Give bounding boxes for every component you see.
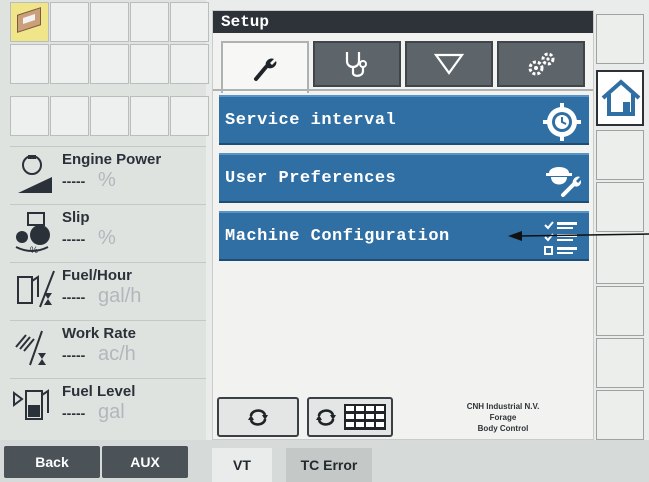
gauge-work-rate[interactable]: Work Rate ----- ac/h <box>10 320 206 378</box>
tab-advanced[interactable] <box>497 41 585 87</box>
service-interval-button[interactable]: Service interval <box>219 95 589 145</box>
refresh-grid-button[interactable] <box>307 397 393 437</box>
triangle-down-icon <box>433 53 465 75</box>
nav-slot[interactable] <box>596 14 644 64</box>
gauge-title: Fuel Level <box>62 383 136 400</box>
gauge-unit: gal <box>98 401 125 423</box>
right-nav <box>596 14 646 440</box>
gauge-unit: % <box>98 169 116 191</box>
setup-window: Setup Service interval User Preferences … <box>212 10 594 440</box>
engine-power-icon <box>18 155 52 193</box>
menu-label: User Preferences <box>225 168 397 188</box>
work-rate-icon <box>15 330 46 366</box>
home-icon <box>601 79 641 116</box>
stethoscope-icon <box>345 52 367 77</box>
grid-slot[interactable] <box>50 44 89 84</box>
brand-info: CNH Industrial N.V. Forage Body Control <box>423 395 583 439</box>
tab-vt[interactable]: VT <box>212 448 272 482</box>
menu-label: Service interval <box>225 110 397 130</box>
gauge-value: ----- <box>62 173 86 189</box>
refresh-icon <box>316 409 336 426</box>
brand-company: CNH Industrial N.V. <box>466 402 540 411</box>
refresh-button[interactable] <box>217 397 299 437</box>
gears-icon <box>528 52 555 76</box>
grid-slot[interactable] <box>170 44 209 84</box>
nav-slot[interactable] <box>596 390 644 440</box>
gauge-fuel-hour[interactable]: Fuel/Hour ----- gal/h <box>10 262 206 320</box>
fuel-hour-icon <box>17 270 55 308</box>
brand-product: Forage <box>489 413 517 422</box>
svg-text:%: % <box>30 245 38 253</box>
nav-slot[interactable] <box>596 130 644 180</box>
setup-tabs <box>221 41 585 93</box>
grid-slot[interactable] <box>170 2 209 42</box>
nav-slot[interactable] <box>596 182 644 232</box>
annotation-arrow-icon <box>508 231 649 241</box>
gauge-value: ----- <box>62 405 86 421</box>
brand-module: Body Control <box>477 424 529 433</box>
gauge-engine-power[interactable]: Engine Power ----- % <box>10 146 206 204</box>
home-button[interactable] <box>596 70 644 126</box>
tab-tc-error[interactable]: TC Error <box>286 448 372 482</box>
user-wrench-icon <box>546 167 581 197</box>
gauge-unit: % <box>98 227 116 249</box>
shortcut-grid-row-2 <box>10 44 210 84</box>
wrench-icon <box>254 58 277 81</box>
grid-slot[interactable] <box>90 44 129 84</box>
menu-label: Machine Configuration <box>225 226 450 246</box>
left-panel: Engine Power ----- % % Slip ----- % Fuel… <box>0 0 209 440</box>
tab-service[interactable] <box>221 41 309 93</box>
shortcut-grid-row-3 <box>10 96 210 136</box>
gauge-fuel-level[interactable]: Fuel Level ----- gal <box>10 378 206 436</box>
aux-button[interactable]: AUX <box>102 446 188 478</box>
service-clock-gear-icon <box>543 103 581 141</box>
gauge-title: Work Rate <box>62 325 136 342</box>
gauge-title: Slip <box>62 209 90 226</box>
fuel-level-icon <box>13 389 49 420</box>
gauge-title: Engine Power <box>62 151 162 168</box>
grid-slot[interactable] <box>130 2 169 42</box>
shortcut-grid-row-1 <box>10 2 210 42</box>
refresh-icon <box>248 409 268 426</box>
grid-slot[interactable] <box>90 2 129 42</box>
nav-slot[interactable] <box>596 338 644 388</box>
gauge-value: ----- <box>62 231 86 247</box>
app-logo-icon[interactable] <box>10 2 49 42</box>
grid-slot[interactable] <box>10 96 49 136</box>
gauge-value: ----- <box>62 347 86 363</box>
grid-slot[interactable] <box>10 44 49 84</box>
gauge-title: Fuel/Hour <box>62 267 132 284</box>
nav-slot[interactable] <box>596 234 644 284</box>
back-button[interactable]: Back <box>4 446 100 478</box>
gauge-slip[interactable]: % Slip ----- % <box>10 204 206 262</box>
gauge-value: ----- <box>62 289 86 305</box>
grid-slot[interactable] <box>170 96 209 136</box>
tab-filter[interactable] <box>405 41 493 87</box>
user-preferences-button[interactable]: User Preferences <box>219 153 589 203</box>
grid-slot[interactable] <box>130 44 169 84</box>
grid-icon <box>344 404 386 430</box>
tractor-slip-icon: % <box>15 212 50 253</box>
grid-slot[interactable] <box>50 2 89 42</box>
bottom-bar: Back AUX VT TC Error <box>0 440 649 482</box>
gauge-unit: gal/h <box>98 285 142 307</box>
gauge-unit: ac/h <box>98 343 136 365</box>
grid-slot[interactable] <box>90 96 129 136</box>
tab-diagnostics[interactable] <box>313 41 401 87</box>
window-title: Setup <box>213 11 593 33</box>
grid-slot[interactable] <box>130 96 169 136</box>
grid-slot[interactable] <box>50 96 89 136</box>
nav-slot[interactable] <box>596 286 644 336</box>
